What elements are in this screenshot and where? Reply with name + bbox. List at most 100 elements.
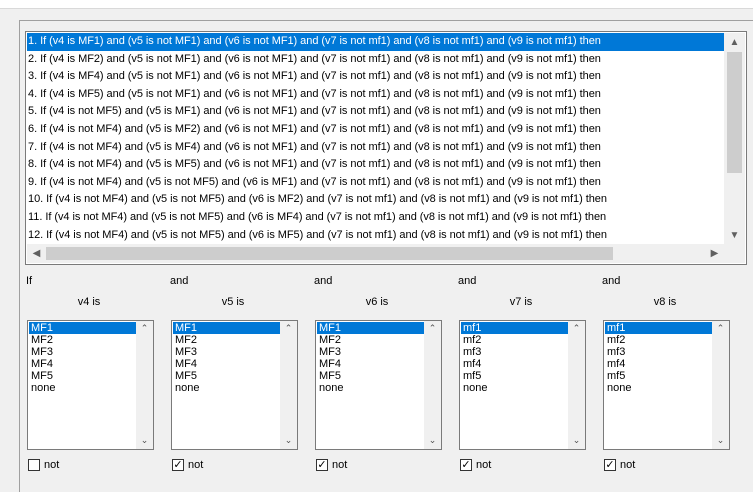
- listbox-scrollbar[interactable]: ⌃ ⌄: [424, 321, 441, 449]
- listbox-option[interactable]: MF5: [29, 370, 137, 382]
- variable-label: v5 is: [221, 296, 245, 308]
- listbox-option[interactable]: MF3: [29, 346, 137, 358]
- variable-label: v6 is: [365, 296, 389, 308]
- listbox-option[interactable]: mf3: [461, 346, 569, 358]
- not-checkbox-row[interactable]: ✓ not: [172, 459, 203, 471]
- chevron-down-icon[interactable]: ▼: [726, 227, 743, 244]
- window-top-edge: [0, 0, 753, 9]
- variable-label: v8 is: [653, 296, 677, 308]
- rules-horizontal-scrollbar[interactable]: ◀ ▶: [27, 244, 724, 263]
- listbox-option[interactable]: MF4: [29, 358, 137, 370]
- rule-list-item[interactable]: 6. If (v4 is not MF4) and (v5 is MF2) an…: [27, 121, 724, 139]
- checkmark-icon: ✓: [317, 458, 327, 471]
- listbox-items: MF1 MF2 MF3 MF4 MF5 none: [317, 322, 425, 394]
- connector-label: and: [458, 275, 477, 287]
- listbox-option[interactable]: none: [173, 382, 281, 394]
- connector-label: If: [26, 275, 33, 287]
- membership-function-listbox[interactable]: MF1 MF2 MF3 MF4 MF5 none ⌃ ⌄: [171, 320, 298, 450]
- not-checkbox[interactable]: ✓: [604, 459, 616, 471]
- not-checkbox[interactable]: ✓: [172, 459, 184, 471]
- chevron-down-icon[interactable]: ⌄: [136, 435, 153, 447]
- listbox-option[interactable]: MF1: [29, 322, 137, 334]
- chevron-down-icon[interactable]: ⌄: [424, 435, 441, 447]
- membership-function-listbox[interactable]: mf1 mf2 mf3 mf4 mf5 none ⌃ ⌄: [603, 320, 730, 450]
- not-label: not: [44, 459, 60, 471]
- listbox-option[interactable]: mf2: [461, 334, 569, 346]
- listbox-scrollbar[interactable]: ⌃ ⌄: [712, 321, 729, 449]
- not-checkbox[interactable]: [28, 459, 40, 471]
- listbox-option[interactable]: MF3: [317, 346, 425, 358]
- listbox-option[interactable]: MF5: [173, 370, 281, 382]
- listbox-items: mf1 mf2 mf3 mf4 mf5 none: [461, 322, 569, 394]
- rules-list-rows: 1. If (v4 is MF1) and (v5 is not MF1) an…: [27, 33, 724, 245]
- listbox-scrollbar[interactable]: ⌃ ⌄: [280, 321, 297, 449]
- not-label: not: [188, 459, 204, 471]
- rule-list-item[interactable]: 2. If (v4 is MF2) and (v5 is not MF1) an…: [27, 51, 724, 69]
- listbox-option[interactable]: mf1: [461, 322, 569, 334]
- variable-label: v7 is: [509, 296, 533, 308]
- chevron-right-icon[interactable]: ▶: [706, 245, 723, 262]
- listbox-scrollbar[interactable]: ⌃ ⌄: [568, 321, 585, 449]
- not-label: not: [332, 459, 348, 471]
- listbox-option[interactable]: none: [29, 382, 137, 394]
- chevron-down-icon[interactable]: ⌄: [568, 435, 585, 447]
- not-checkbox-row[interactable]: ✓ not: [316, 459, 347, 471]
- rule-list-item[interactable]: 1. If (v4 is MF1) and (v5 is not MF1) an…: [27, 33, 724, 51]
- chevron-left-icon[interactable]: ◀: [28, 245, 45, 262]
- rule-list-item[interactable]: 4. If (v4 is MF5) and (v5 is not MF1) an…: [27, 86, 724, 104]
- rule-list-item[interactable]: 12. If (v4 is not MF4) and (v5 is not MF…: [27, 227, 724, 245]
- listbox-scrollbar[interactable]: ⌃ ⌄: [136, 321, 153, 449]
- not-label: not: [620, 459, 636, 471]
- listbox-items: MF1 MF2 MF3 MF4 MF5 none: [173, 322, 281, 394]
- listbox-option[interactable]: MF4: [317, 358, 425, 370]
- membership-function-listbox[interactable]: mf1 mf2 mf3 mf4 mf5 none ⌃ ⌄: [459, 320, 586, 450]
- not-checkbox-row[interactable]: ✓ not: [460, 459, 491, 471]
- chevron-down-icon[interactable]: ⌄: [712, 435, 729, 447]
- membership-function-listbox[interactable]: MF1 MF2 MF3 MF4 MF5 none ⌃ ⌄: [315, 320, 442, 450]
- not-checkbox-row[interactable]: not: [28, 459, 59, 471]
- listbox-option[interactable]: none: [317, 382, 425, 394]
- rules-listbox[interactable]: 1. If (v4 is MF1) and (v5 is not MF1) an…: [25, 31, 747, 265]
- listbox-option[interactable]: mf4: [461, 358, 569, 370]
- rule-list-item[interactable]: 10. If (v4 is not MF4) and (v5 is not MF…: [27, 191, 724, 209]
- listbox-option[interactable]: MF1: [173, 322, 281, 334]
- listbox-option[interactable]: none: [605, 382, 713, 394]
- chevron-up-icon[interactable]: ⌃: [424, 323, 441, 335]
- chevron-down-icon[interactable]: ⌄: [280, 435, 297, 447]
- rule-list-item[interactable]: 11. If (v4 is not MF4) and (v5 is not MF…: [27, 209, 724, 227]
- connector-label: and: [602, 275, 621, 287]
- chevron-up-icon[interactable]: ⌃: [568, 323, 585, 335]
- listbox-option[interactable]: mf5: [605, 370, 713, 382]
- rule-list-item[interactable]: 7. If (v4 is not MF4) and (v5 is MF4) an…: [27, 139, 724, 157]
- rule-list-item[interactable]: 5. If (v4 is not MF5) and (v5 is MF1) an…: [27, 103, 724, 121]
- listbox-option[interactable]: MF2: [317, 334, 425, 346]
- listbox-option[interactable]: mf5: [461, 370, 569, 382]
- membership-function-listbox[interactable]: MF1 MF2 MF3 MF4 MF5 none ⌃ ⌄: [27, 320, 154, 450]
- chevron-up-icon[interactable]: ⌃: [712, 323, 729, 335]
- rules-vertical-scrollbar[interactable]: ▲ ▼: [724, 33, 745, 245]
- listbox-option[interactable]: MF1: [317, 322, 425, 334]
- listbox-option[interactable]: MF2: [173, 334, 281, 346]
- not-checkbox-row[interactable]: ✓ not: [604, 459, 635, 471]
- chevron-up-icon[interactable]: ▲: [726, 34, 743, 51]
- rules-horizontal-scroll-thumb[interactable]: [46, 247, 613, 260]
- listbox-items: mf1 mf2 mf3 mf4 mf5 none: [605, 322, 713, 394]
- checkmark-icon: ✓: [605, 458, 615, 471]
- listbox-option[interactable]: MF2: [29, 334, 137, 346]
- listbox-option[interactable]: MF3: [173, 346, 281, 358]
- listbox-option[interactable]: mf3: [605, 346, 713, 358]
- listbox-option[interactable]: mf4: [605, 358, 713, 370]
- listbox-option[interactable]: MF4: [173, 358, 281, 370]
- chevron-up-icon[interactable]: ⌃: [280, 323, 297, 335]
- listbox-option[interactable]: MF5: [317, 370, 425, 382]
- rules-vertical-scroll-thumb[interactable]: [727, 52, 742, 173]
- rule-list-item[interactable]: 3. If (v4 is MF4) and (v5 is not MF1) an…: [27, 68, 724, 86]
- rule-list-item[interactable]: 8. If (v4 is not MF4) and (v5 is MF5) an…: [27, 156, 724, 174]
- listbox-option[interactable]: none: [461, 382, 569, 394]
- listbox-option[interactable]: mf1: [605, 322, 713, 334]
- chevron-up-icon[interactable]: ⌃: [136, 323, 153, 335]
- not-checkbox[interactable]: ✓: [460, 459, 472, 471]
- not-checkbox[interactable]: ✓: [316, 459, 328, 471]
- listbox-option[interactable]: mf2: [605, 334, 713, 346]
- rule-list-item[interactable]: 9. If (v4 is not MF4) and (v5 is not MF5…: [27, 174, 724, 192]
